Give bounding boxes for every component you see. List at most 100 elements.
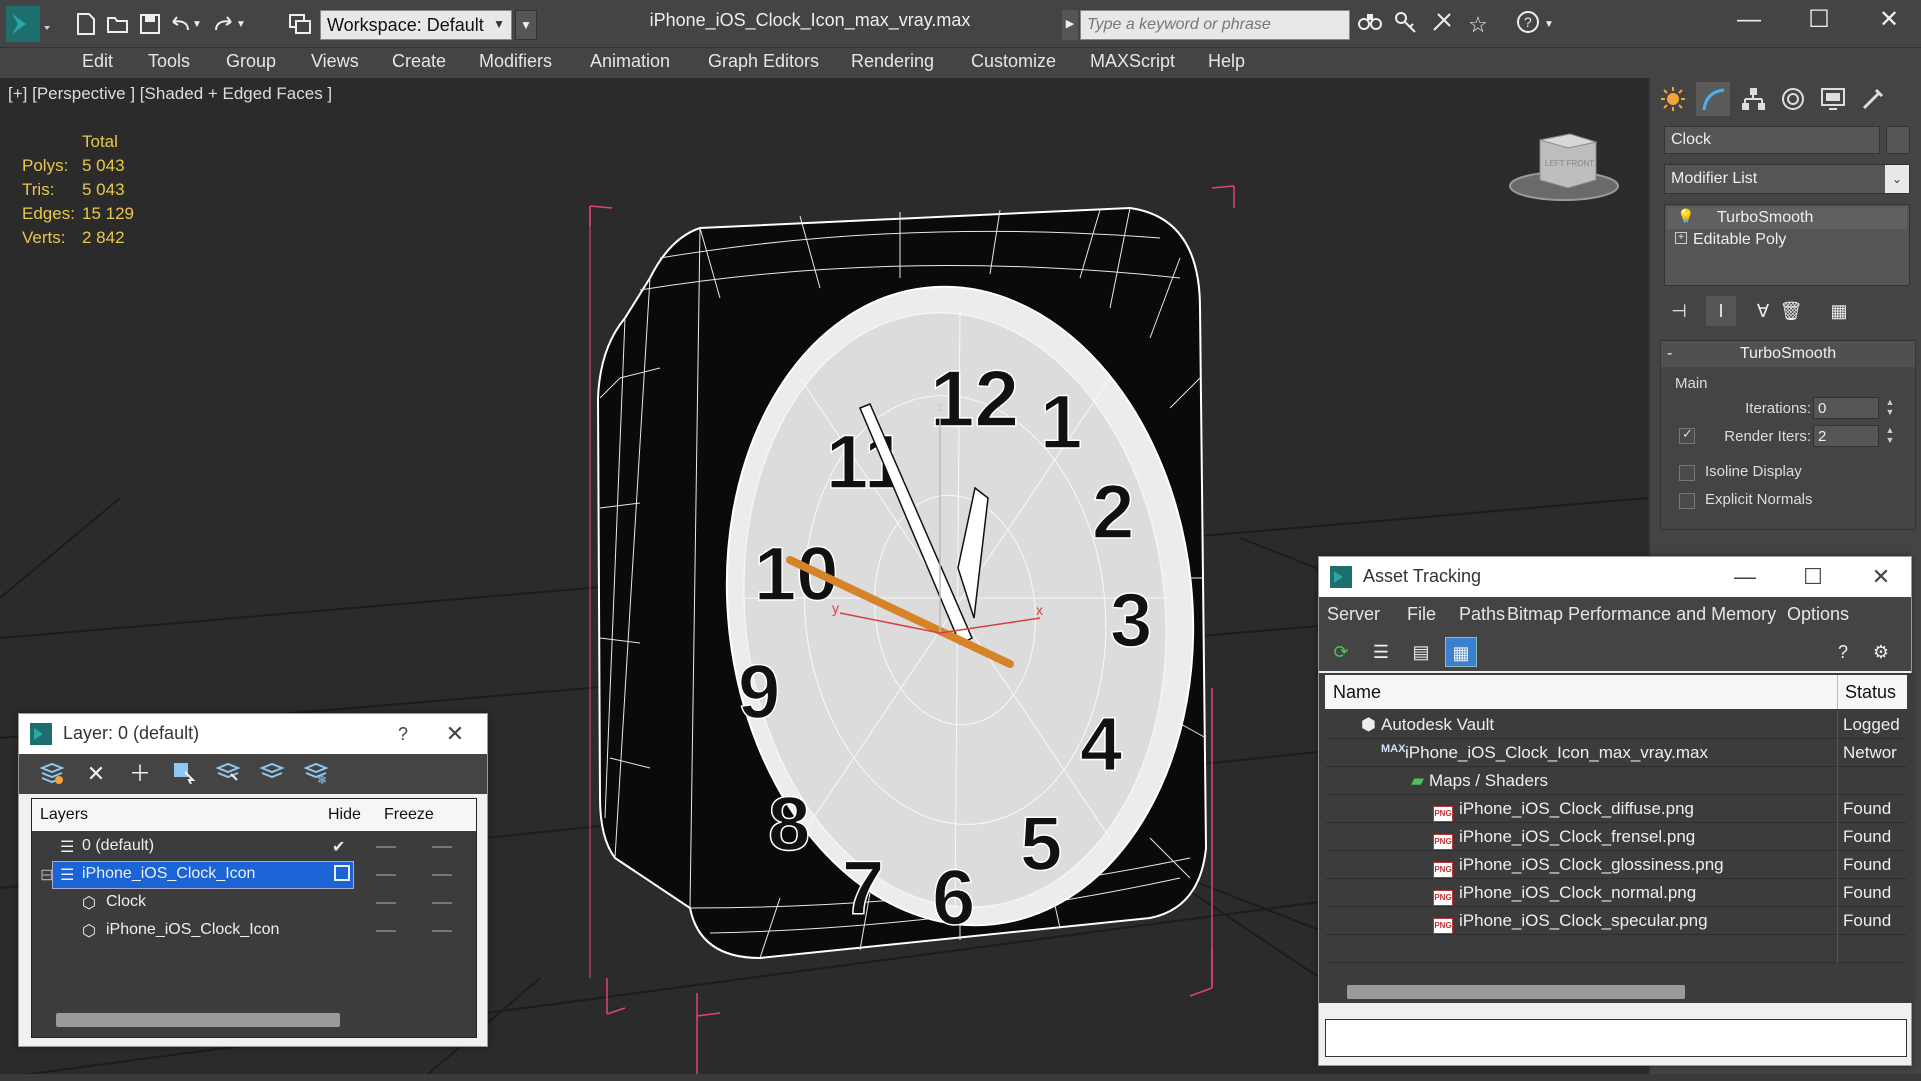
add-to-layer-icon[interactable]: ＋ (125, 760, 155, 788)
object-name-field[interactable]: Clock (1664, 126, 1880, 154)
search-input[interactable]: Type a keyword or phrase (1080, 10, 1350, 40)
help-icon[interactable]: ? (383, 720, 423, 748)
asset-row[interactable]: PNG iPhone_iOS_Clock_normal.png Found (1325, 879, 1907, 907)
isoline-display-checkbox[interactable] (1679, 465, 1695, 481)
user-sign-in-icon[interactable] (1426, 10, 1458, 40)
hide-toggle[interactable] (376, 902, 396, 904)
search-expand-button[interactable]: ▶ (1062, 10, 1078, 40)
open-folder-icon[interactable] (104, 10, 132, 38)
menu-modifiers[interactable]: Modifiers (479, 51, 552, 72)
freeze-toggle[interactable] (432, 930, 452, 932)
column-header-status[interactable]: Status (1845, 682, 1896, 703)
help-dropdown-icon[interactable]: ▼ (1542, 10, 1556, 40)
spinner-arrows-icon[interactable]: ▲ ▼ (1883, 397, 1897, 419)
thumbnail-view-icon[interactable]: ▤ (1405, 637, 1437, 667)
spinner-arrows-icon[interactable]: ▲ ▼ (1883, 425, 1897, 447)
asset-row[interactable]: PNG iPhone_iOS_Clock_specular.png Found (1325, 907, 1907, 935)
asset-menu-server[interactable]: Server (1327, 604, 1380, 625)
layer-row[interactable]: ⊟ ☰ iPhone_iOS_Clock_Icon (32, 861, 476, 889)
layer-row[interactable]: ⬡ iPhone_iOS_Clock_Icon (32, 917, 476, 945)
menu-help[interactable]: Help (1208, 51, 1245, 72)
app-logo-icon[interactable] (4, 4, 54, 46)
stack-item-editable-poly[interactable]: + Editable Poly (1667, 229, 1907, 251)
asset-window-titlebar[interactable]: Asset Tracking — ☐ ✕ (1319, 557, 1911, 597)
hierarchy-tab-icon[interactable] (1736, 82, 1770, 116)
layer-window-titlebar[interactable]: Layer: 0 (default) ? ✕ (19, 714, 487, 754)
context-help-icon[interactable]: ⚙ (1865, 637, 1897, 667)
menu-views[interactable]: Views (311, 51, 359, 72)
motion-tab-icon[interactable] (1776, 82, 1810, 116)
explicit-normals-checkbox[interactable] (1679, 493, 1695, 509)
menu-edit[interactable]: Edit (82, 51, 113, 72)
help-icon[interactable]: ? (1827, 637, 1859, 667)
asset-menu-bitmap-performance[interactable]: Bitmap Performance and Memory (1507, 604, 1776, 625)
asset-menu-file[interactable]: File (1407, 604, 1436, 625)
make-unique-icon[interactable]: ∀ (1748, 296, 1778, 326)
undo-dropdown-icon[interactable]: ▼ (190, 10, 204, 38)
column-header-layers[interactable]: Layers (40, 806, 88, 824)
new-layer-icon[interactable] (37, 760, 67, 788)
asset-path-field[interactable] (1325, 1019, 1907, 1057)
display-tab-icon[interactable] (1816, 82, 1850, 116)
minimize-icon[interactable]: — (1725, 563, 1765, 591)
project-icon[interactable] (286, 10, 314, 38)
save-icon[interactable] (136, 10, 164, 38)
active-layer-checkmark-icon[interactable]: ✔ (332, 837, 345, 857)
menu-tools[interactable]: Tools (148, 51, 190, 72)
set-current-layer-icon[interactable] (334, 865, 350, 881)
list-view-icon[interactable]: ☰ (1365, 637, 1397, 667)
table-view-icon[interactable]: ▦ (1445, 637, 1477, 667)
menu-customize[interactable]: Customize (971, 51, 1056, 72)
freeze-toggle[interactable] (432, 902, 452, 904)
utilities-tab-icon[interactable] (1856, 82, 1890, 116)
modify-tab-icon[interactable] (1696, 82, 1730, 116)
close-icon[interactable]: ✕ (435, 720, 475, 748)
workspace-menu-button[interactable]: ▼ (515, 10, 537, 40)
iterations-input[interactable]: 0 (1813, 397, 1879, 419)
workspace-dropdown[interactable]: Workspace: Default ▼ (320, 10, 512, 40)
remove-modifier-icon[interactable]: 🗑 (1776, 296, 1806, 326)
menu-create[interactable]: Create (392, 51, 446, 72)
lightbulb-icon[interactable]: 💡 (1677, 208, 1694, 225)
asset-row[interactable]: PNG iPhone_iOS_Clock_glossiness.png Foun… (1325, 851, 1907, 879)
redo-dropdown-icon[interactable]: ▼ (234, 10, 248, 38)
freeze-toggle[interactable] (432, 846, 452, 848)
asset-menu-options[interactable]: Options (1787, 604, 1849, 625)
menu-group[interactable]: Group (226, 51, 276, 72)
select-objects-icon[interactable] (169, 760, 199, 788)
horizontal-scrollbar[interactable] (56, 1013, 340, 1027)
stack-item-turbosmooth[interactable]: 💡 TurboSmooth (1667, 207, 1907, 229)
create-tab-icon[interactable] (1656, 82, 1690, 116)
maximize-icon[interactable]: ☐ (1793, 563, 1833, 591)
hide-toggle[interactable] (376, 930, 396, 932)
horizontal-scrollbar[interactable] (1347, 985, 1685, 999)
object-color-swatch[interactable] (1886, 126, 1910, 154)
expand-plus-icon[interactable]: + (1675, 232, 1687, 244)
freeze-all-layers-icon[interactable]: ❄ (301, 760, 331, 788)
binoculars-icon[interactable] (1354, 10, 1386, 40)
new-file-icon[interactable] (72, 10, 100, 38)
viewport-label[interactable]: [+] [Perspective ] [Shaded + Edged Faces… (8, 84, 332, 104)
asset-row[interactable]: ⬢ Autodesk Vault Logged (1325, 711, 1907, 739)
delete-layer-icon[interactable]: ✕ (81, 760, 111, 788)
configure-modifier-sets-icon[interactable]: ▦ (1824, 296, 1854, 326)
column-header-name[interactable]: Name (1333, 682, 1381, 703)
modifier-list-dropdown[interactable]: Modifier List ⌄ (1664, 164, 1910, 194)
hide-all-layers-icon[interactable] (257, 760, 287, 788)
viewcube-icon[interactable]: LEFT FRONT (1509, 133, 1619, 201)
refresh-icon[interactable]: ⟳ (1325, 637, 1357, 667)
hide-toggle[interactable] (376, 846, 396, 848)
freeze-toggle[interactable] (432, 874, 452, 876)
pin-stack-icon[interactable]: ⊣ (1664, 296, 1694, 326)
menu-maxscript[interactable]: MAXScript (1090, 51, 1175, 72)
column-divider[interactable] (1837, 675, 1838, 709)
show-end-result-icon[interactable]: I (1706, 296, 1736, 326)
asset-row[interactable]: ▰ Maps / Shaders (1325, 767, 1907, 795)
menu-animation[interactable]: Animation (590, 51, 670, 72)
highlight-layer-icon[interactable] (213, 760, 243, 788)
asset-row[interactable]: PNG iPhone_iOS_Clock_frensel.png Found (1325, 823, 1907, 851)
key-icon[interactable] (1390, 10, 1422, 40)
rollout-header[interactable]: - TurboSmooth (1661, 341, 1915, 367)
render-iters-input[interactable]: 2 (1813, 425, 1879, 447)
layer-row[interactable]: ⬡ Clock (32, 889, 476, 917)
